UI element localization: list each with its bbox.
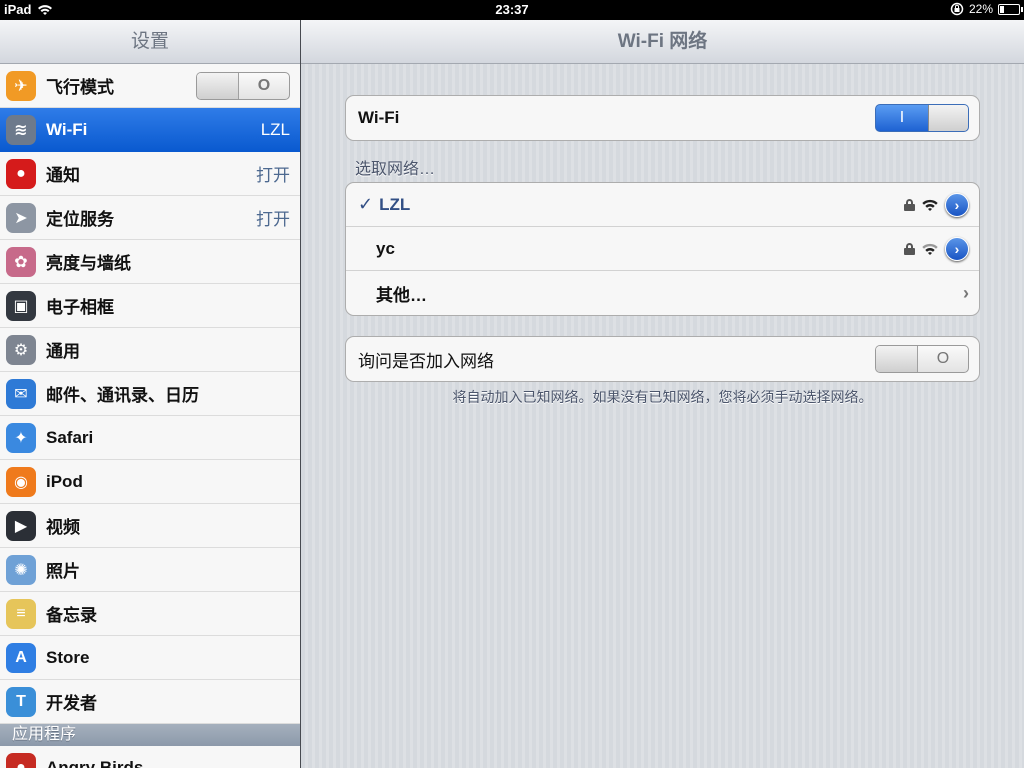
sidebar-item-value: 打开: [256, 210, 290, 229]
battery-fill: [1000, 5, 1004, 13]
other-network-label: 其他…: [376, 285, 427, 305]
sidebar-item-label: 通知: [46, 166, 80, 185]
notes-icon: ≡: [6, 598, 36, 629]
sidebar-title: 设置: [0, 20, 300, 64]
network-indicators: ›: [904, 192, 969, 217]
sidebar-item-value: 打开: [256, 166, 290, 185]
sidebar-item-9[interactable]: ◉ iPod: [0, 460, 300, 504]
wifi-strength-icon: [922, 199, 938, 211]
sidebar-item-3[interactable]: ➤ 定位服务 打开: [0, 196, 300, 240]
chevron-right-icon: ›: [963, 282, 969, 303]
status-right: 22%: [950, 2, 1023, 16]
sidebar-item-8[interactable]: ✦ Safari: [0, 416, 300, 460]
sidebar-item-label: Wi-Fi: [46, 119, 88, 139]
network-list: ✓ LZL › yc › 其他… ›: [345, 182, 980, 316]
switch-on-mark: I: [899, 109, 905, 126]
ipod-icon: ◉: [6, 466, 36, 497]
wifi-detail-pane: Wi-Fi 网络 Wi-Fi I 选取网络… ✓ LZL › yc › 其他… …: [301, 20, 1024, 768]
network-name: yc: [376, 238, 395, 258]
network-indicators: ›: [904, 236, 969, 261]
network-row-lzl[interactable]: ✓ LZL ›: [346, 183, 979, 227]
app-store-icon: A: [6, 642, 36, 673]
sidebar-item-0[interactable]: ● Angry Birds: [0, 746, 300, 768]
wifi-row: Wi-Fi I: [346, 96, 979, 140]
settings-sidebar: 设置 ✈ 飞行模式 O ≋ Wi-Fi LZL ● 通知 打开 ➤ 定位服务 打开 ✿ 亮度与墙纸 ▣ 电子相…: [0, 20, 300, 768]
switch-knob: [197, 72, 239, 99]
sidebar-item-value: LZL: [260, 119, 290, 139]
sidebar-item-label: 飞行模式: [46, 78, 114, 97]
app-list: ● Angry Birds: [0, 746, 300, 768]
sidebar-item-label: 定位服务: [46, 210, 114, 229]
detail-disclosure-button[interactable]: ›: [945, 192, 969, 217]
photos-sunflower-icon: ✺: [6, 554, 36, 585]
status-bar: iPad 23:37 22%: [0, 0, 1024, 20]
other-network-row[interactable]: 其他… ›: [346, 271, 979, 315]
sidebar-item-6[interactable]: ⚙ 通用: [0, 328, 300, 372]
battery-icon: [998, 3, 1023, 15]
sidebar-item-label: Store: [46, 647, 90, 667]
battery-percent: 22%: [968, 2, 993, 16]
wifi-strength-icon: [922, 243, 938, 255]
sidebar-item-2[interactable]: ● 通知 打开: [0, 152, 300, 196]
gear-icon: ⚙: [6, 334, 36, 365]
safari-compass-icon: ✦: [6, 422, 36, 453]
sidebar-item-label: 备忘录: [46, 606, 97, 625]
checkmark-icon: ✓: [358, 194, 374, 214]
sidebar-item-label: 照片: [46, 562, 80, 581]
ask-join-row: 询问是否加入网络 O: [346, 337, 979, 381]
switch-knob: [876, 346, 918, 372]
location-icon: ➤: [6, 202, 36, 233]
sidebar-item-label: 邮件、通讯录、日历: [46, 386, 199, 405]
sidebar-item-label: 亮度与墙纸: [46, 254, 131, 273]
sidebar-item-label: iPod: [46, 471, 83, 491]
wifi-row-label: Wi-Fi: [358, 108, 400, 127]
ask-join-footnote: 将自动加入已知网络。如果没有已知网络，您将必须手动选择网络。: [452, 389, 873, 405]
sidebar-item-7[interactable]: ✉ 邮件、通讯录、日历: [0, 372, 300, 416]
choose-network-title: 选取网络…: [355, 161, 436, 178]
developer-hammer-icon: T: [6, 686, 36, 717]
ask-join-switch[interactable]: O: [875, 345, 969, 373]
wifi-icon: ≋: [6, 114, 36, 145]
sidebar-item-label: Angry Birds: [46, 757, 144, 768]
sidebar-item-label: Safari: [46, 427, 94, 447]
notifications-icon: ●: [6, 158, 36, 189]
sidebar-item-label: 开发者: [46, 694, 97, 713]
network-name: LZL: [379, 194, 411, 214]
sidebar-item-label: 电子相框: [46, 298, 114, 317]
ask-join-label: 询问是否加入网络: [358, 351, 494, 371]
section-header-apps: 应用程序: [0, 724, 300, 746]
wifi-toggle-group: Wi-Fi I: [345, 95, 980, 141]
switch-off-mark: O: [257, 76, 271, 94]
status-time: 23:37: [495, 2, 529, 17]
picture-frame-icon: ▣: [6, 290, 36, 321]
sidebar-item-11[interactable]: ✺ 照片: [0, 548, 300, 592]
sidebar-item-13[interactable]: A Store: [0, 636, 300, 680]
lock-icon: [904, 198, 915, 211]
sidebar-item-label: 视频: [46, 518, 80, 537]
brightness-wallpaper-icon: ✿: [6, 246, 36, 277]
switch-off-mark: O: [936, 350, 950, 367]
switch-knob: [928, 105, 968, 131]
sidebar-item-5[interactable]: ▣ 电子相框: [0, 284, 300, 328]
sidebar-item-14[interactable]: T 开发者: [0, 680, 300, 724]
sidebar-item-label: 通用: [46, 342, 80, 361]
detail-disclosure-button[interactable]: ›: [945, 236, 969, 261]
mail-icon: ✉: [6, 378, 36, 409]
airplane-mode-switch[interactable]: O: [196, 71, 290, 100]
sidebar-item-12[interactable]: ≡ 备忘录: [0, 592, 300, 636]
sidebar-item-10[interactable]: ▶ 视频: [0, 504, 300, 548]
sidebar-item-1[interactable]: ≋ Wi-Fi LZL: [0, 108, 300, 152]
lock-icon: [904, 242, 915, 255]
airplane-icon: ✈: [6, 70, 36, 101]
angry-birds-icon: ●: [6, 752, 36, 768]
rotation-lock-icon: [950, 2, 964, 16]
sidebar-item-4[interactable]: ✿ 亮度与墙纸: [0, 240, 300, 284]
sidebar-list: ✈ 飞行模式 O ≋ Wi-Fi LZL ● 通知 打开 ➤ 定位服务 打开 ✿ 亮度与墙纸 ▣ 电子相框 ⚙ 通…: [0, 64, 300, 724]
network-row-yc[interactable]: yc ›: [346, 227, 979, 271]
ask-join-group: 询问是否加入网络 O: [345, 336, 980, 382]
sidebar-item-0[interactable]: ✈ 飞行模式 O: [0, 64, 300, 108]
page-title: Wi-Fi 网络: [301, 20, 1024, 64]
video-clapper-icon: ▶: [6, 510, 36, 541]
wifi-switch[interactable]: I: [875, 104, 969, 132]
